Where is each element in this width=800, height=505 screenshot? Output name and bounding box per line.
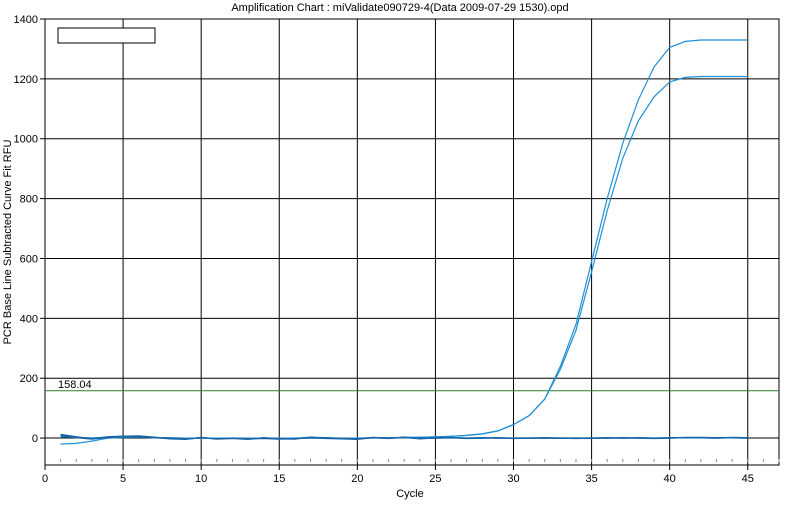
chart-svg: Amplification Chart : miValidate090729-4…: [2, 2, 780, 500]
x-tick-label: 15: [273, 473, 285, 485]
y-tick-label: 0: [32, 433, 38, 445]
x-tick-label: 20: [351, 473, 363, 485]
x-tick-label: 35: [585, 473, 597, 485]
y-tick-label: 600: [20, 253, 38, 265]
y-tick-label: 400: [20, 313, 38, 325]
y-tick-label: 800: [20, 194, 38, 206]
x-axis-ticks: 0 5 10 15 20 25 30 35 40 45: [42, 465, 754, 485]
x-tick-label: 40: [664, 473, 676, 485]
threshold-label: 158.04: [58, 379, 92, 391]
x-tick-label: 10: [195, 473, 207, 485]
x-tick-label: 30: [507, 473, 519, 485]
y-axis-title: PCR Base Line Subtracted Curve Fit RFU: [2, 140, 14, 345]
y-tick-label: 1400: [14, 14, 38, 26]
y-tick-label: 1200: [14, 74, 38, 86]
amplification-chart: Amplification Chart : miValidate090729-4…: [0, 0, 800, 500]
x-tick-label: 25: [429, 473, 441, 485]
y-tick-label: 1000: [14, 134, 38, 146]
x-axis-title: Cycle: [396, 488, 424, 500]
chart-title: Amplification Chart : miValidate090729-4…: [231, 2, 568, 14]
legend-box: [57, 27, 156, 44]
y-axis-ticks: 0 200 400 600 800 1000 1200 1400: [14, 14, 45, 445]
y-tick-label: 200: [20, 373, 38, 385]
plot-area: [44, 18, 780, 466]
x-tick-label: 5: [120, 473, 126, 485]
x-tick-label: 0: [42, 473, 48, 485]
x-tick-label: 45: [742, 473, 754, 485]
